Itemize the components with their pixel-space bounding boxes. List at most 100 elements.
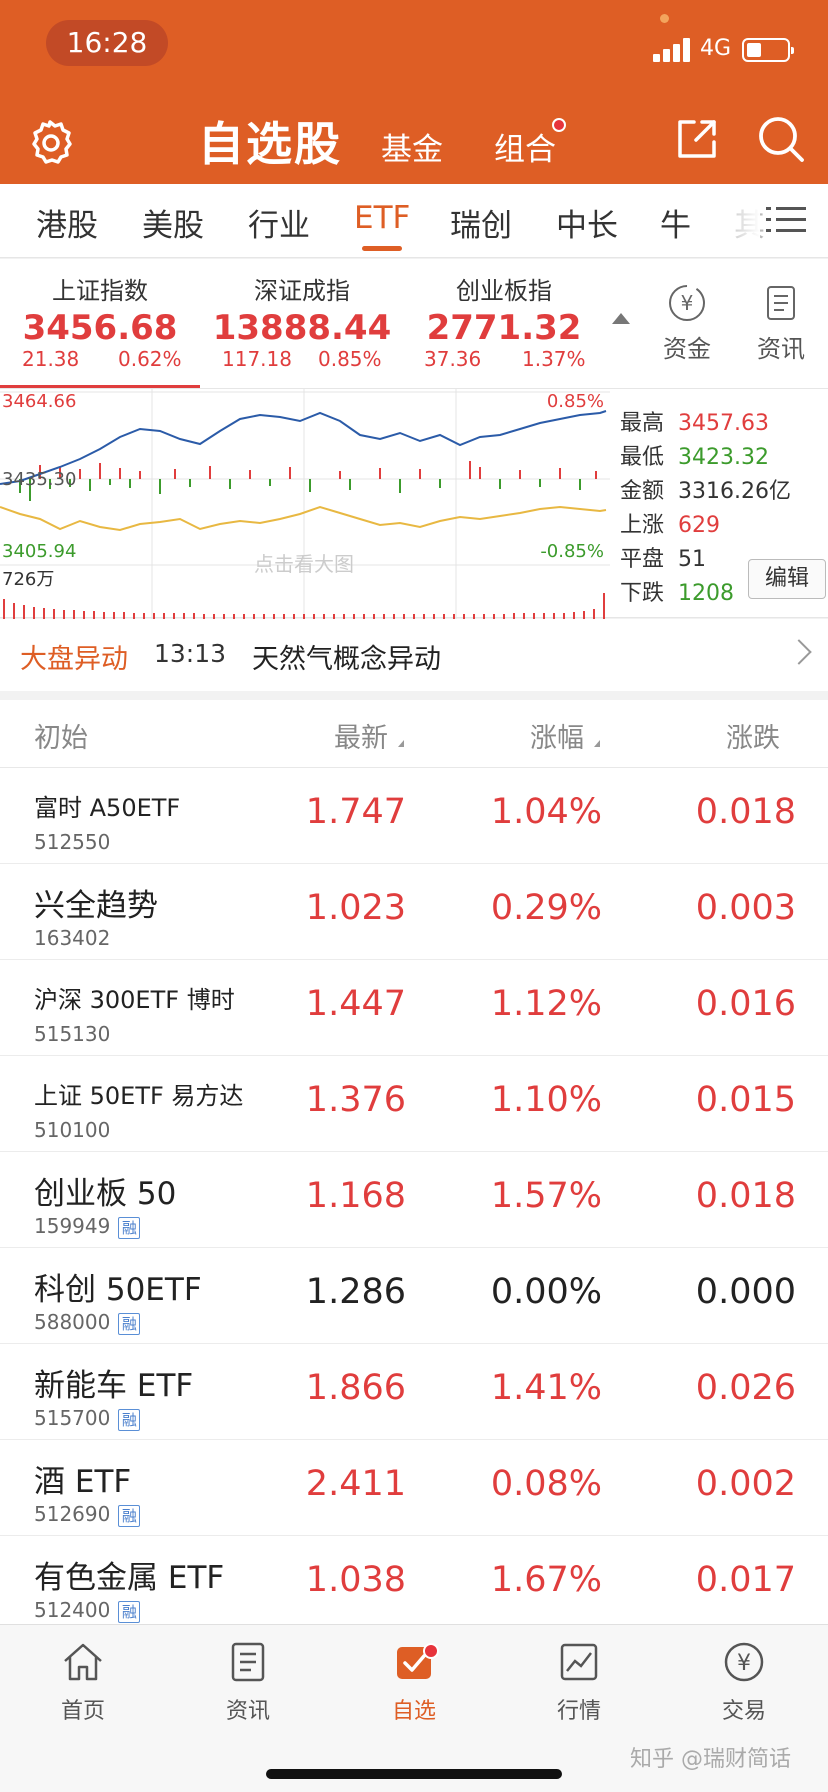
table-row[interactable]: 上证 50ETF 易方达 510100 1.376 1.10% 0.015 [0,1056,828,1152]
page-title[interactable]: 自选股 [198,108,342,174]
row-price: 1.747 [305,792,406,832]
table-row[interactable]: 创业板 50 159949 融 1.168 1.57% 0.018 [0,1152,828,1248]
header-price[interactable]: 最新 [334,716,388,755]
row-change: 0.003 [695,888,796,928]
row-price: 1.447 [305,984,406,1024]
active-tab-indicator [362,246,402,251]
tab-us[interactable]: 美股 [142,200,204,245]
app-header: 16:28 4G 自选股 基金 组合 [0,0,828,184]
index-change: 117.18 [222,347,292,371]
etf-table: 初始 最新 涨幅 涨跌 富时 A50ETF 512550 1.747 1.04% 0.0… [0,700,828,1632]
row-change-pct: 1.10% [490,1080,602,1120]
nav-news[interactable]: 资讯 [193,1639,303,1725]
stat-low: 最低 3423.32 [620,445,769,470]
table-row[interactable]: 有色金属 ETF 512400 融 1.038 1.67% 0.017 [0,1536,828,1632]
index-percent: 0.62% [118,347,182,371]
row-change: 0.000 [695,1272,796,1312]
chart-icon [560,1643,598,1681]
sort-icon [398,740,404,747]
table-row[interactable]: 富时 A50ETF 512550 1.747 1.04% 0.018 [0,768,828,864]
chart-pct-high: 0.85% [547,391,604,412]
row-price: 1.168 [305,1176,406,1216]
chart-pct-low: -0.85% [540,541,604,562]
index-change: 21.38 [22,347,80,371]
svg-text:¥: ¥ [681,291,694,315]
table-row[interactable]: 兴全趋势 163402 1.023 0.29% 0.003 [0,864,828,960]
collapse-caret-icon[interactable] [612,313,630,324]
share-icon[interactable] [674,116,720,162]
yuan-icon: ¥ [724,1642,764,1682]
home-indicator[interactable] [266,1769,562,1779]
index-value: 13888.44 [212,308,392,348]
intraday-chart[interactable]: 3464.66 0.85% 3435.30 3405.94 -0.85% 点击看… [0,389,610,619]
row-code: 515130 [34,1022,111,1046]
home-icon [64,1643,102,1681]
row-change: 0.018 [695,1176,796,1216]
nav-trade[interactable]: ¥ 交易 [689,1639,799,1725]
row-change-pct: 1.57% [490,1176,602,1216]
nav-market[interactable]: 行情 [524,1639,634,1725]
stat-amount: 金额 3316.26亿 [620,479,791,504]
tab-industry[interactable]: 行业 [248,200,310,245]
document-icon [767,286,795,320]
row-code: 512550 [34,830,111,854]
tab-combo[interactable]: 组合 [494,124,556,169]
tab-niu[interactable]: 牛 [660,200,691,245]
tab-zhongchang[interactable]: 中长 [556,200,618,245]
index-shenzhen[interactable]: 深证成指 13888.44 [202,271,402,348]
index-value: 3456.68 [22,308,178,348]
edit-button[interactable]: 编辑 [748,559,826,599]
nav-watchlist[interactable]: 自选 [359,1639,469,1725]
alert-text: 天然气概念异动 [252,644,441,675]
header-change-pct[interactable]: 涨幅 [530,716,584,755]
nav-home[interactable]: 首页 [28,1639,138,1725]
row-change-pct: 1.41% [490,1368,602,1408]
index-percent: 1.37% [522,347,586,371]
tab-hk[interactable]: 港股 [36,200,98,245]
signal-icon [653,38,693,62]
row-price: 1.866 [305,1368,406,1408]
tab-etf[interactable]: ETF [354,200,410,236]
table-row[interactable]: 科创 50ETF 588000 融 1.286 0.00% 0.000 [0,1248,828,1344]
index-change: 37.36 [424,347,482,371]
tab-fund[interactable]: 基金 [381,124,443,169]
search-icon[interactable] [756,114,806,164]
index-shanghai[interactable]: 上证指数 3456.68 [0,271,200,348]
funds-label: 资金 [663,335,711,363]
network-label: 4G [700,36,732,61]
nav-badge [423,1643,439,1659]
header-name[interactable]: 初始 [34,716,88,755]
index-chinext[interactable]: 创业板指 2771.32 [404,271,604,348]
table-row[interactable]: 酒 ETF 512690 融 2.411 0.08% 0.002 [0,1440,828,1536]
table-row[interactable]: 沪深 300ETF 博时 515130 1.447 1.12% 0.016 [0,960,828,1056]
header-change[interactable]: 涨跌 [726,716,780,755]
row-code: 163402 [34,926,111,950]
table-row[interactable]: 新能车 ETF 515700 融 1.866 1.41% 0.026 [0,1344,828,1440]
chart-volume: 726万 [2,569,54,590]
news-icon [231,1642,265,1682]
row-change: 0.016 [695,984,796,1024]
notification-dot [552,118,566,132]
alert-time: 13:13 [154,639,227,668]
row-change-pct: 1.04% [490,792,602,832]
chevron-right-icon [786,639,812,665]
menu-icon[interactable] [766,204,806,236]
market-alert[interactable]: 大盘异动 13:13 天然气概念异动 [0,619,828,691]
news-button[interactable]: 资讯 [746,283,816,364]
row-code: 512400 融 [34,1598,141,1623]
tab-ruichuang[interactable]: 瑞创 [450,200,512,245]
stat-rise: 上涨 629 [620,513,720,538]
row-code: 515700 融 [34,1406,141,1431]
row-price: 1.023 [305,888,406,928]
row-name: 富时 A50ETF [34,794,181,822]
row-change: 0.002 [695,1464,796,1504]
index-name: 上证指数 [52,277,148,305]
index-percent: 0.85% [318,347,382,371]
chart-hint: 点击看大图 [254,552,354,576]
row-price: 1.286 [305,1272,406,1312]
margin-badge: 融 [118,1600,141,1623]
row-price: 1.038 [305,1560,406,1600]
row-price: 2.411 [305,1464,406,1504]
gear-icon[interactable] [24,116,76,168]
funds-button[interactable]: ¥ 资金 [652,283,722,364]
